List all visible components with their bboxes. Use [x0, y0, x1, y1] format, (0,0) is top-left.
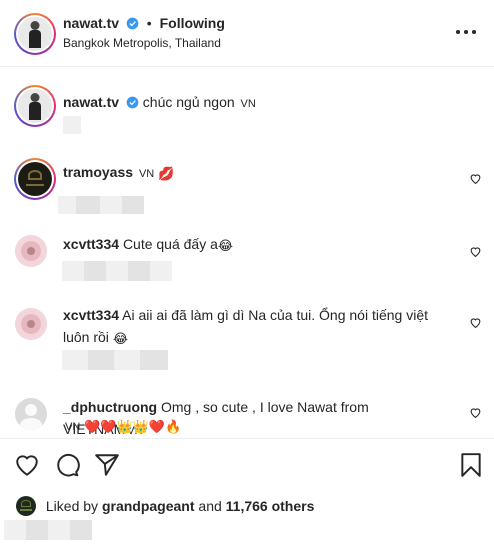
comment-like-heart-icon[interactable] [469, 245, 482, 258]
paper-plane-icon[interactable] [94, 452, 120, 478]
comment-username[interactable]: tramoyass [63, 164, 133, 180]
likes-summary: Liked by grandpageant and 11,766 others [16, 496, 314, 516]
comment-text-row: xcvtt334 Cute quá đấy a😂 [63, 233, 448, 255]
comment-text: Ai aii ai đã làm gì dì Na của tui. Ổng n… [122, 307, 429, 323]
comment-avatar[interactable] [14, 158, 56, 200]
emoji-sequence: ❤️❤️👑👑❤️🔥 [84, 419, 182, 434]
heart-icon[interactable] [14, 452, 40, 478]
comment-blurred-meta [84, 261, 106, 281]
comment-blurred-meta [88, 350, 114, 370]
timestamp-blurred [70, 520, 92, 540]
comment-text-row: xcvtt334 Ai aii ai đã làm gì dì Na của t… [63, 304, 448, 326]
timestamp-blurred [26, 520, 48, 540]
header-username-row: nawat.tv • Following [63, 15, 225, 31]
following-button[interactable]: Following [160, 15, 225, 31]
liker-avatar[interactable] [16, 496, 36, 516]
more-options-icon[interactable] [456, 24, 476, 40]
timestamp-blurred [4, 520, 26, 540]
comment-text-row: VN ❤️❤️👑👑❤️🔥 [63, 414, 448, 438]
comment-username[interactable]: xcvtt334 [63, 236, 119, 252]
comment-blurred-meta [140, 350, 168, 370]
laughing-emoji: 😂 [112, 331, 129, 346]
comment-blurred-meta [62, 350, 88, 370]
liked-by-prefix: Liked by [45, 498, 99, 514]
likes-count[interactable]: 11,766 others [226, 498, 315, 514]
location-link[interactable]: Bangkok Metropolis, Thailand [63, 36, 221, 50]
separator-dot: • [146, 15, 152, 31]
caption-blurred-meta [63, 116, 81, 134]
comment-blurred-meta [150, 261, 172, 281]
comment-like-heart-icon[interactable] [469, 172, 482, 185]
comment-blurred-meta [58, 196, 76, 214]
comment-blurred-meta [76, 196, 100, 214]
caption-username[interactable]: nawat.tv [63, 94, 119, 110]
liker-username[interactable]: grandpageant [102, 498, 195, 514]
comment-avatar[interactable] [15, 308, 47, 340]
caption-text: chúc ngủ ngon [142, 94, 235, 110]
language-tag: VN [240, 98, 256, 110]
bookmark-icon[interactable] [458, 452, 484, 478]
verified-badge-icon [126, 96, 139, 109]
header-username[interactable]: nawat.tv [63, 15, 119, 31]
liked-by-and: and [198, 498, 222, 514]
comment-text-row: tramoyass VN 💋 [63, 161, 448, 185]
header-avatar[interactable] [14, 13, 56, 55]
comment-username[interactable]: _dphuctruong [63, 399, 157, 415]
comment-blurred-meta [122, 196, 144, 214]
comment-blurred-meta [128, 261, 150, 281]
comment-username[interactable]: xcvtt334 [63, 307, 119, 323]
comment-text: Cute quá đấy a [122, 236, 218, 252]
caption-avatar[interactable] [14, 85, 56, 127]
post-header: nawat.tv • Following Bangkok Metropolis,… [0, 0, 494, 67]
language-tag: VN [65, 421, 81, 433]
caption-text-row: nawat.tv chúc ngủ ngon VN [63, 94, 256, 110]
comment-text-row: luôn rồi 😂 [63, 326, 448, 348]
comment-blurred-meta [106, 261, 128, 281]
comment-text: luôn rồi [63, 329, 109, 345]
language-tag: VN [138, 168, 155, 180]
comment-blurred-meta [114, 350, 140, 370]
action-bar-divider [0, 438, 494, 439]
verified-badge-icon [126, 17, 139, 30]
kiss-emoji: 💋 [158, 166, 175, 181]
laughing-emoji: 😂 [217, 238, 234, 253]
timestamp-blurred [48, 520, 70, 540]
comment-blurred-meta [62, 261, 84, 281]
comment-icon[interactable] [54, 452, 80, 478]
comment-blurred-meta [100, 196, 122, 214]
comment-avatar[interactable] [15, 398, 47, 430]
comment-like-heart-icon[interactable] [469, 316, 482, 329]
comment-like-heart-icon[interactable] [469, 406, 482, 419]
comment-avatar[interactable] [15, 235, 47, 267]
